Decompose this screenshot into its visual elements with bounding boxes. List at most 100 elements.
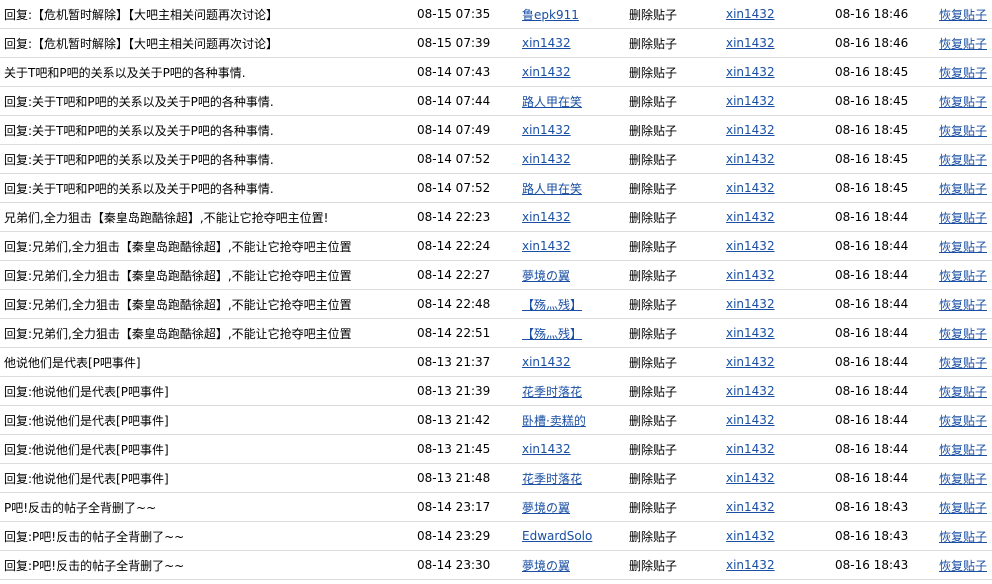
operator-link[interactable]: xin1432	[726, 442, 775, 456]
operator-link[interactable]: xin1432	[726, 65, 775, 79]
author-link[interactable]: 夢境の翼	[522, 269, 570, 283]
operator-link-cell: xin1432	[726, 202, 835, 232]
author-link[interactable]: xin1432	[522, 355, 571, 369]
operator-link[interactable]: xin1432	[726, 355, 775, 369]
table-row: 回复:兄弟们,全力狙击【秦皇岛跑酷徐超】,不能让它抢夺吧主位置 08-14 22:…	[0, 231, 992, 261]
operator-link[interactable]: xin1432	[726, 297, 775, 311]
action-label: 删除贴子	[629, 65, 678, 80]
author-link[interactable]: xin1432	[522, 123, 571, 137]
action-label-cell: 删除贴子	[629, 86, 726, 116]
author-link[interactable]: 鲁epk911	[522, 8, 579, 22]
post-title: 关于T吧和P吧的关系以及关于P吧的各种事情.	[4, 65, 246, 80]
operation-time-cell: 08-16 18:44	[835, 231, 939, 261]
operation-time: 08-16 18:45	[835, 181, 909, 195]
author-link[interactable]: 路人甲在笑	[522, 95, 582, 109]
operator-link-cell: xin1432	[726, 57, 835, 87]
author-link[interactable]: xin1432	[522, 36, 571, 50]
operation-time: 08-16 18:44	[835, 210, 909, 224]
author-link[interactable]: 花季时落花	[522, 385, 582, 399]
operation-time: 08-16 18:46	[835, 36, 909, 50]
restore-post-link[interactable]: 恢复贴子	[939, 182, 987, 196]
post-log-table: 回复:【危机暂时解除】【大吧主相关问题再次讨论】 08-15 07:35 鲁epk9…	[0, 0, 992, 580]
author-link[interactable]: xin1432	[522, 210, 571, 224]
operator-link[interactable]: xin1432	[726, 94, 775, 108]
operator-link[interactable]: xin1432	[726, 471, 775, 485]
author-link-cell: xin1432	[522, 231, 629, 261]
author-link[interactable]: xin1432	[522, 442, 571, 456]
operator-link-cell: xin1432	[726, 376, 835, 406]
author-link[interactable]: xin1432	[522, 152, 571, 166]
operator-link[interactable]: xin1432	[726, 268, 775, 282]
action-label: 删除贴子	[629, 558, 678, 573]
restore-post-link[interactable]: 恢复贴子	[939, 559, 987, 573]
author-link[interactable]: 夢境の翼	[522, 559, 570, 573]
restore-post-link[interactable]: 恢复贴子	[939, 95, 987, 109]
post-title: 回复:兄弟们,全力狙击【秦皇岛跑酷徐超】,不能让它抢夺吧主位置	[4, 326, 352, 341]
author-link[interactable]: xin1432	[522, 65, 571, 79]
operator-link-cell: xin1432	[726, 550, 835, 580]
author-link[interactable]: 【殇灬残】	[522, 298, 582, 312]
post-time: 08-13 21:45	[417, 442, 491, 456]
restore-post-link[interactable]: 恢复贴子	[939, 385, 987, 399]
restore-post-link[interactable]: 恢复贴子	[939, 327, 987, 341]
operator-link[interactable]: xin1432	[726, 210, 775, 224]
operator-link[interactable]: xin1432	[726, 529, 775, 543]
operator-link[interactable]: xin1432	[726, 413, 775, 427]
restore-post-link[interactable]: 恢复贴子	[939, 298, 987, 312]
post-time: 08-14 22:27	[417, 268, 491, 282]
operator-link[interactable]: xin1432	[726, 500, 775, 514]
operator-link[interactable]: xin1432	[726, 326, 775, 340]
table-row: 回复:关于T吧和P吧的关系以及关于P吧的各种事情. 08-14 07:52 路人甲在…	[0, 173, 992, 203]
restore-post-link[interactable]: 恢复贴子	[939, 8, 987, 22]
restore-post-link[interactable]: 恢复贴子	[939, 37, 987, 51]
author-link[interactable]: 路人甲在笑	[522, 182, 582, 196]
operator-link[interactable]: xin1432	[726, 123, 775, 137]
restore-post-link[interactable]: 恢复贴子	[939, 211, 987, 225]
post-time: 08-14 22:51	[417, 326, 491, 340]
operator-link[interactable]: xin1432	[726, 239, 775, 253]
action-label: 删除贴子	[629, 529, 678, 544]
operation-time-cell: 08-16 18:43	[835, 550, 939, 580]
table-row: 回复:他说他们是代表[P吧事件] 08-13 21:39 花季时落花 删除贴子 xin1…	[0, 376, 992, 406]
operator-link[interactable]: xin1432	[726, 36, 775, 50]
restore-post-link[interactable]: 恢复贴子	[939, 153, 987, 167]
author-link-cell: xin1432	[522, 115, 629, 145]
operator-link[interactable]: xin1432	[726, 152, 775, 166]
restore-post-link[interactable]: 恢复贴子	[939, 356, 987, 370]
restore-post-link[interactable]: 恢复贴子	[939, 124, 987, 138]
author-link-cell: 卧槽·卖糕的	[522, 405, 629, 435]
action-label-cell: 删除贴子	[629, 289, 726, 319]
post-time: 08-15 07:39	[417, 36, 491, 50]
operator-link[interactable]: xin1432	[726, 384, 775, 398]
operator-link[interactable]: xin1432	[726, 558, 775, 572]
author-link[interactable]: EdwardSolo	[522, 529, 592, 543]
restore-post-link-cell: 恢复贴子	[939, 463, 992, 493]
action-label: 删除贴子	[629, 384, 678, 399]
author-link[interactable]: xin1432	[522, 239, 571, 253]
restore-post-link[interactable]: 恢复贴子	[939, 269, 987, 283]
post-title-cell: 回复:他说他们是代表[P吧事件]	[0, 463, 417, 493]
restore-post-link-cell: 恢复贴子	[939, 231, 992, 261]
restore-post-link-cell: 恢复贴子	[939, 492, 992, 522]
operator-link[interactable]: xin1432	[726, 181, 775, 195]
operator-link-cell: xin1432	[726, 521, 835, 551]
action-label: 删除贴子	[629, 239, 678, 254]
restore-post-link[interactable]: 恢复贴子	[939, 240, 987, 254]
restore-post-link[interactable]: 恢复贴子	[939, 66, 987, 80]
restore-post-link[interactable]: 恢复贴子	[939, 414, 987, 428]
author-link[interactable]: 夢境の翼	[522, 501, 570, 515]
restore-post-link[interactable]: 恢复贴子	[939, 501, 987, 515]
operation-time: 08-16 18:46	[835, 7, 909, 21]
operator-link-cell: xin1432	[726, 260, 835, 290]
post-title-cell: 回复:【危机暂时解除】【大吧主相关问题再次讨论】	[0, 28, 417, 58]
operator-link[interactable]: xin1432	[726, 7, 775, 21]
post-time: 08-14 07:43	[417, 65, 491, 79]
author-link-cell: xin1432	[522, 434, 629, 464]
author-link[interactable]: 花季时落花	[522, 472, 582, 486]
restore-post-link[interactable]: 恢复贴子	[939, 472, 987, 486]
post-title-cell: 回复:兄弟们,全力狙击【秦皇岛跑酷徐超】,不能让它抢夺吧主位置	[0, 231, 417, 261]
author-link[interactable]: 卧槽·卖糕的	[522, 414, 586, 428]
restore-post-link[interactable]: 恢复贴子	[939, 443, 987, 457]
restore-post-link[interactable]: 恢复贴子	[939, 530, 987, 544]
author-link[interactable]: 【殇灬残】	[522, 327, 582, 341]
